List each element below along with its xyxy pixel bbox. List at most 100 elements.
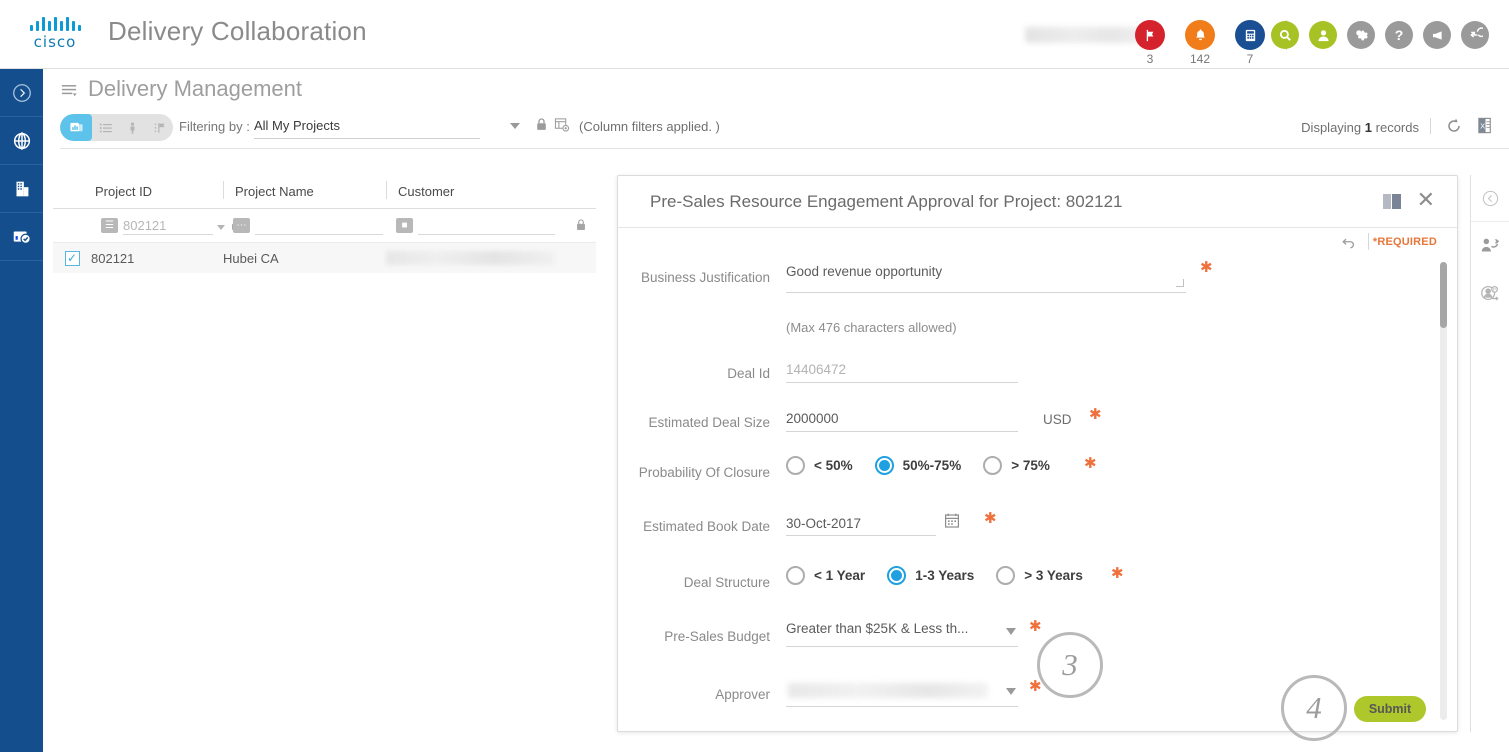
person-view-button[interactable]: [119, 114, 146, 141]
user-icon[interactable]: [1309, 21, 1337, 49]
radio-circle-selected-icon: [874, 456, 894, 475]
filter-input-project-id[interactable]: [123, 216, 213, 235]
annotation-step-3: 3: [1037, 632, 1103, 698]
radio-circle-icon: [786, 456, 805, 475]
column-header-customer[interactable]: Customer: [386, 177, 596, 208]
flag-view-button[interactable]: [146, 114, 173, 141]
select-approver[interactable]: [786, 681, 1018, 707]
menu-lines-icon[interactable]: [60, 82, 79, 106]
column-filters-note: (Column filters applied. ): [579, 119, 720, 134]
collapse-rail-icon[interactable]: [1471, 175, 1509, 222]
column-header-project-id[interactable]: Project ID: [53, 177, 223, 208]
select-pre-sales-budget[interactable]: Greater than $25K & Less th...: [786, 621, 1018, 647]
list-view-button[interactable]: [92, 114, 119, 141]
label-estimated-deal-size: Estimated Deal Size: [648, 415, 770, 430]
label-pre-sales-budget: Pre-Sales Budget: [664, 629, 770, 644]
column-header-project-name[interactable]: Project Name: [223, 177, 386, 208]
assign-user-icon[interactable]: P: [1471, 269, 1509, 316]
search-icon[interactable]: [1271, 21, 1299, 49]
transfer-user-icon[interactable]: [1471, 222, 1509, 269]
refresh-icon[interactable]: [1445, 117, 1463, 140]
dialog-header: Pre-Sales Resource Engagement Approval f…: [618, 176, 1457, 228]
input-deal-id[interactable]: [786, 358, 1018, 383]
sidebar-item-expand[interactable]: [0, 69, 43, 117]
filter-input-customer[interactable]: [418, 216, 555, 235]
grid-filter-row: ☰ ⋯ ■: [53, 209, 596, 243]
chevron-down-icon: [1006, 688, 1016, 695]
input-estimated-deal-size[interactable]: [786, 407, 1018, 432]
filter-cell-project-id: ☰: [53, 209, 240, 243]
required-star: ✱: [984, 510, 997, 527]
radiogroup-probability-of-closure: < 50% 50%-75% > 75%: [786, 456, 1072, 475]
left-navigation-rail: [0, 69, 43, 752]
radio-deal-1to3years[interactable]: 1-3 Years: [887, 566, 974, 585]
badge-bell[interactable]: 142: [1182, 20, 1218, 66]
select-value: Greater than $25K & Less th...: [786, 621, 969, 636]
filter-type-icon[interactable]: ■: [396, 217, 413, 233]
calculator-badge-icon: [1235, 20, 1265, 50]
required-star: ✱: [1029, 618, 1042, 635]
lock-icon: [575, 218, 587, 237]
table-row[interactable]: ✓ 802121 Hubei CA: [53, 243, 596, 273]
sidebar-item-dashboard-check[interactable]: [0, 213, 43, 261]
label-approver: Approver: [715, 687, 770, 702]
label-business-justification: Business Justification: [640, 270, 770, 285]
calendar-icon[interactable]: [944, 512, 960, 534]
displaying-count: 1: [1364, 120, 1373, 135]
grid-header-row: Project ID Project Name Customer: [53, 177, 596, 209]
displaying-suffix: records: [1375, 120, 1419, 135]
chevron-down-icon[interactable]: [510, 123, 520, 129]
feedback-megaphone-icon[interactable]: [1423, 21, 1451, 49]
export-excel-icon[interactable]: X: [1476, 116, 1495, 140]
checkbox-checked-icon: ✓: [64, 250, 80, 266]
username-redacted: [1025, 27, 1149, 43]
filter-input-project-name[interactable]: [255, 216, 383, 235]
page-toolbar: Delivery Management Filtering by : (Colu…: [43, 69, 1509, 155]
filter-type-icon[interactable]: ⋯: [233, 217, 250, 233]
input-estimated-book-date[interactable]: [786, 511, 936, 536]
chevron-down-icon: [1006, 628, 1016, 635]
filtering-by-label: Filtering by :: [179, 119, 250, 134]
hint-business-justification: (Max 476 characters allowed): [618, 320, 1457, 358]
radio-deal-gt3years[interactable]: > 3 Years: [996, 566, 1083, 585]
notification-badges: 3 142 7: [1132, 20, 1268, 66]
undo-icon[interactable]: [1340, 234, 1357, 256]
field-estimated-deal-size: Estimated Deal Size USD ✱: [618, 406, 1457, 456]
close-icon[interactable]: ✕: [1417, 189, 1435, 211]
sidebar-item-globe[interactable]: [0, 117, 43, 165]
radio-probability-lt50[interactable]: < 50%: [786, 456, 853, 475]
radio-probability-gt75[interactable]: > 75%: [983, 456, 1050, 475]
split-panel-icon[interactable]: [1383, 194, 1401, 209]
dialog-scrollbar-thumb[interactable]: [1440, 262, 1447, 328]
radio-label: < 50%: [814, 458, 853, 473]
resize-grip-icon[interactable]: [1176, 279, 1184, 287]
radio-label: < 1 Year: [814, 568, 866, 583]
gear-icon[interactable]: [1347, 21, 1375, 49]
radio-probability-50-75[interactable]: 50%-75%: [874, 456, 961, 475]
radio-label: > 3 Years: [1024, 568, 1083, 583]
cisco-logo[interactable]: cisco: [25, 17, 85, 53]
svg-text:P: P: [1493, 287, 1496, 292]
projects-grid: Project ID Project Name Customer ☰ ⋯ ■: [53, 177, 596, 277]
submit-button[interactable]: Submit: [1354, 696, 1426, 722]
required-star: ✱: [1089, 406, 1102, 423]
row-select-checkbox[interactable]: ✓: [53, 250, 91, 266]
radio-deal-lt1year[interactable]: < 1 Year: [786, 566, 865, 585]
radio-label: > 75%: [1011, 458, 1050, 473]
project-filter-select[interactable]: [254, 115, 480, 139]
filter-type-icon[interactable]: ☰: [101, 217, 118, 233]
chart-view-button[interactable]: [60, 114, 92, 141]
field-estimated-book-date: Estimated Book Date ✱: [618, 510, 1457, 566]
column-filter-icon[interactable]: [554, 117, 570, 137]
application-window: cisco Delivery Collaboration 3 142 7 ? D…: [0, 0, 1509, 752]
field-deal-id: Deal Id: [618, 358, 1457, 407]
dialog-scrollbar-track[interactable]: [1440, 262, 1447, 720]
label-deal-id: Deal Id: [727, 366, 770, 381]
help-icon[interactable]: ?: [1385, 21, 1413, 49]
sidebar-item-building[interactable]: [0, 165, 43, 213]
badge-flag[interactable]: 3: [1132, 20, 1168, 66]
svg-text:X: X: [1480, 121, 1485, 130]
logout-icon[interactable]: [1461, 21, 1489, 49]
input-business-justification[interactable]: [786, 262, 1186, 293]
badge-calculator[interactable]: 7: [1232, 20, 1268, 66]
